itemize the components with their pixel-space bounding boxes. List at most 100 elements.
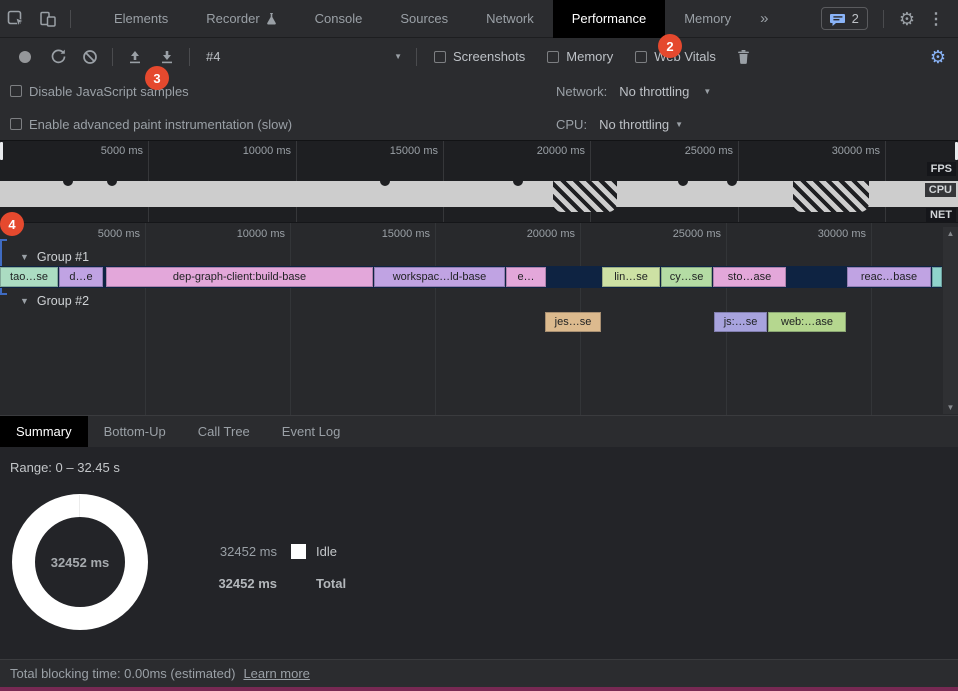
checkbox-box[interactable] <box>547 51 559 63</box>
issues-counter[interactable]: 2 <box>821 7 868 30</box>
tab-recorder[interactable]: Recorder <box>187 0 295 38</box>
flame-tick-label: 20000 ms <box>527 228 575 240</box>
summary-pane: Range: 0 – 32.45 s 32452 ms 32452 msIdle… <box>0 447 958 659</box>
record-button[interactable] <box>19 51 31 63</box>
flame-bar[interactable]: tao…se <box>0 267 58 287</box>
flame-chart[interactable]: ▲ ▼ 5000 ms10000 ms15000 ms20000 ms25000… <box>0 222 958 416</box>
tab-sources[interactable]: Sources <box>381 0 467 38</box>
cpu-hatched-region <box>553 181 617 212</box>
settings-row-js-samples: Disable JavaScript samples Network: No t… <box>0 75 958 107</box>
divider <box>70 10 71 28</box>
group-label: Group #1 <box>37 250 89 264</box>
load-profile-icon[interactable] <box>122 44 148 70</box>
memory-checkbox[interactable]: Memory <box>547 49 613 64</box>
lane-label-cpu: CPU <box>925 183 956 197</box>
flame-tick-label: 30000 ms <box>818 228 866 240</box>
tab-label: Performance <box>572 11 646 26</box>
detail-tab-summary[interactable]: Summary <box>0 416 88 447</box>
performance-toolbar: #4 ▼ ScreenshotsMemoryWeb Vitals ⚙ <box>0 38 958 75</box>
lane-label-net: NET <box>926 208 956 222</box>
screenshots-checkbox[interactable]: Screenshots <box>434 49 525 64</box>
tabbar-right-cluster: 2 ⚙ ⋮ <box>821 7 958 30</box>
checkbox-label: Memory <box>566 49 613 64</box>
detail-tab-bottom-up[interactable]: Bottom-Up <box>88 416 182 447</box>
detail-tab-call-tree[interactable]: Call Tree <box>182 416 266 447</box>
checkbox-box[interactable] <box>10 85 22 97</box>
advanced-paint-checkbox[interactable]: Enable advanced paint instrumentation (s… <box>10 117 292 132</box>
capture-settings-pane: Disable JavaScript samples Network: No t… <box>0 75 958 140</box>
tab-console[interactable]: Console <box>296 0 382 38</box>
flame-bar[interactable]: e… <box>506 267 546 287</box>
overview-left-handle[interactable] <box>0 142 3 160</box>
flame-bar[interactable]: cy…se <box>661 267 712 287</box>
flame-bar[interactable]: js:…se <box>714 312 767 332</box>
detail-tab-event-log[interactable]: Event Log <box>266 416 357 447</box>
tab-label: Console <box>315 11 363 26</box>
learn-more-link[interactable]: Learn more <box>243 666 309 681</box>
chat-bubble-icon <box>830 12 846 26</box>
flame-bar[interactable]: jes…se <box>545 312 601 332</box>
legend-row-idle: 32452 msIdle <box>207 535 346 567</box>
overview-tick-label: 5000 ms <box>101 145 143 157</box>
chevron-down-icon[interactable]: ▼ <box>675 120 683 129</box>
donut-total-label: 32452 ms <box>12 494 148 630</box>
flame-bar[interactable]: sto…ase <box>713 267 786 287</box>
inspect-element-icon[interactable] <box>3 6 29 32</box>
flame-bar[interactable]: web:…ase <box>768 312 846 332</box>
overview-tick-label: 10000 ms <box>243 145 291 157</box>
checkbox-label: Screenshots <box>453 49 525 64</box>
session-label: #4 <box>206 49 220 64</box>
collapse-arrow-icon[interactable]: ▼ <box>20 296 29 306</box>
group-header-2[interactable]: ▼Group #2 <box>0 292 89 310</box>
flame-track-2: jes…se js:…seweb:…ase <box>0 311 942 333</box>
flame-scrollbar[interactable]: ▲ ▼ <box>943 227 958 414</box>
settings-gear-icon[interactable]: ⚙ <box>899 10 915 28</box>
flame-bar[interactable]: d…e <box>59 267 103 287</box>
collapse-arrow-icon[interactable]: ▼ <box>20 252 29 262</box>
checkbox-box[interactable] <box>635 51 647 63</box>
trash-icon[interactable] <box>731 44 757 70</box>
overview-tick-label: 15000 ms <box>390 145 438 157</box>
flame-bar[interactable]: dep-graph-client:build-base <box>106 267 373 287</box>
flame-bar[interactable] <box>932 267 942 287</box>
capture-settings-gear-icon[interactable]: ⚙ <box>930 48 946 66</box>
tab-performance[interactable]: Performance <box>553 0 665 38</box>
cpu-throttle-select[interactable]: No throttling <box>599 117 669 132</box>
divider <box>883 10 884 28</box>
timeline-overview[interactable]: 5000 ms10000 ms15000 ms20000 ms25000 ms3… <box>0 140 958 222</box>
checkbox-box[interactable] <box>434 51 446 63</box>
reload-and-record-icon[interactable] <box>45 44 71 70</box>
issues-count-label: 2 <box>852 11 859 26</box>
overview-tick-label: 25000 ms <box>685 145 733 157</box>
network-throttle-select[interactable]: No throttling <box>619 84 689 99</box>
flame-bar[interactable]: reac…base <box>847 267 931 287</box>
flame-track-1: tao…sed…edep-graph-client:build-basework… <box>0 266 942 288</box>
scroll-up-icon[interactable]: ▲ <box>947 229 955 238</box>
more-tabs-chevron[interactable]: » <box>750 10 778 27</box>
tab-network[interactable]: Network <box>467 0 553 38</box>
flame-tick-label: 5000 ms <box>98 228 140 240</box>
clear-recording-icon[interactable] <box>77 44 103 70</box>
cpu-throttle-control: CPU: No throttling ▼ <box>556 117 683 132</box>
devtools-window: ElementsRecorder Console SourcesNetwork Per… <box>0 0 958 691</box>
recording-session-select[interactable]: #4 ▼ <box>206 49 402 64</box>
legend-row-total: 32452 msTotal <box>207 567 346 599</box>
flame-bar[interactable]: lin…se <box>602 267 660 287</box>
device-toolbar-icon[interactable] <box>35 6 61 32</box>
flame-bar[interactable]: workspac…ld-base <box>374 267 505 287</box>
devtools-tab-bar: ElementsRecorder Console SourcesNetwork Per… <box>0 0 958 38</box>
scroll-down-icon[interactable]: ▼ <box>947 403 955 412</box>
more-options-icon[interactable]: ⋮ <box>924 9 948 29</box>
capture-options: ScreenshotsMemoryWeb Vitals <box>423 49 727 64</box>
tab-label: Memory <box>684 11 731 26</box>
divider <box>112 48 113 66</box>
group-header-1[interactable]: ▼ Group #1 <box>0 248 89 266</box>
network-throttle-control: Network: No throttling ▼ <box>556 84 711 99</box>
tab-elements[interactable]: Elements <box>95 0 187 38</box>
tab-memory[interactable]: Memory <box>665 0 750 38</box>
cpu-label: CPU: <box>556 117 587 132</box>
checkbox-box[interactable] <box>10 118 22 130</box>
chevron-down-icon[interactable]: ▼ <box>703 87 711 96</box>
experiment-flask-icon <box>266 12 277 25</box>
divider <box>189 48 190 66</box>
